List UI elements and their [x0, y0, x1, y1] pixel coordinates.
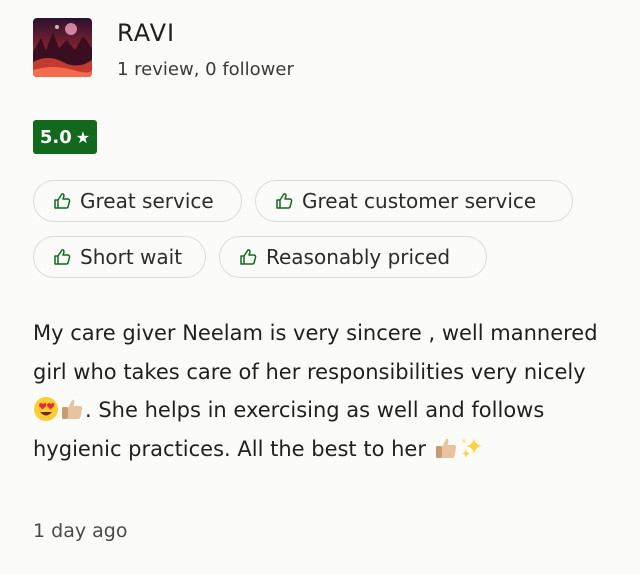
tag-reasonably-priced[interactable]: Reasonably priced	[219, 236, 487, 278]
rating-value: 5.0	[39, 126, 72, 148]
tag-great-service[interactable]: Great service	[33, 180, 242, 222]
review-date: 1 day ago	[33, 520, 128, 542]
reviewer-meta: 1 review, 0 follower	[117, 59, 294, 80]
tag-short-wait[interactable]: Short wait	[33, 236, 206, 278]
thumbs-up-icon	[54, 249, 71, 265]
thumbs-up-icon	[276, 193, 293, 209]
thumbs-up-emoji-icon	[435, 438, 456, 458]
review-text: My care giver Neelam is very sincere , w…	[33, 314, 613, 468]
avatar[interactable]	[33, 18, 92, 77]
sparkles-emoji-icon	[461, 437, 482, 458]
star-icon: ★	[75, 127, 91, 147]
thumbs-up-icon	[240, 249, 257, 265]
tag-label: Short wait	[80, 245, 183, 269]
rating-badge: 5.0 ★	[33, 120, 97, 154]
tag-great-customer-service[interactable]: Great customer service	[255, 180, 573, 222]
thumbs-up-icon	[54, 193, 71, 209]
review-text-part: My care giver Neelam is very sincere , w…	[33, 321, 598, 384]
heart-eyes-emoji-icon	[34, 397, 58, 421]
review-card: RAVI 1 review, 0 follower 5.0 ★ Great se…	[0, 0, 640, 574]
thumbs-up-emoji-icon	[62, 399, 83, 419]
tag-label: Reasonably priced	[266, 245, 451, 269]
reviewer-name[interactable]: RAVI	[117, 19, 175, 47]
tag-label: Great service	[80, 189, 214, 213]
tag-label: Great customer service	[302, 189, 537, 213]
